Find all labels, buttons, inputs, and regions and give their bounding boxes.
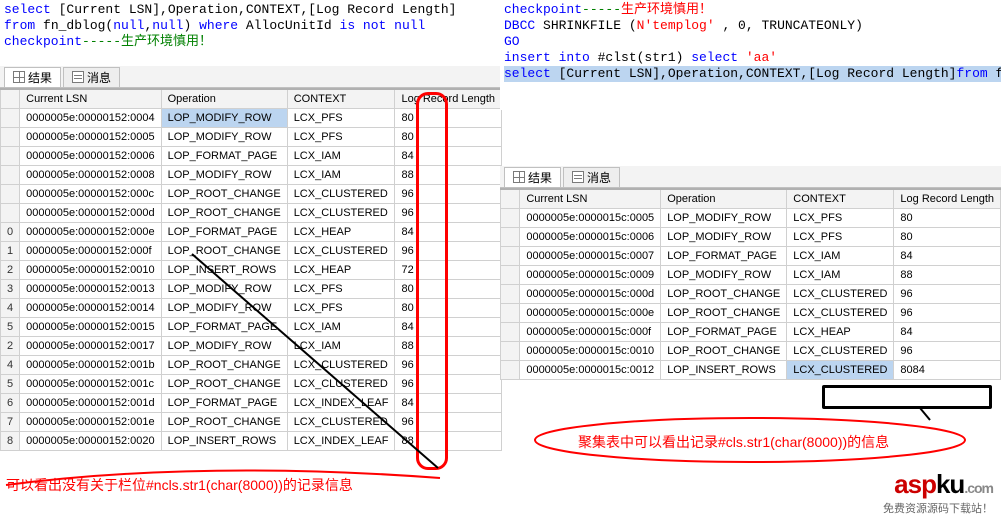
sql-editor-right[interactable]: checkpoint-----生产环境慎用！DBCC SHRINKFILE (N… bbox=[500, 0, 1001, 110]
table-row[interactable]: 00000005e:00000152:000eLOP_FORMAT_PAGELC… bbox=[1, 222, 502, 241]
tab-label-messages: 消息 bbox=[87, 69, 111, 86]
column-header[interactable]: Current LSN bbox=[520, 189, 661, 208]
table-row[interactable]: 0000005e:0000015c:0012LOP_INSERT_ROWSLCX… bbox=[501, 360, 1001, 379]
grid-icon bbox=[13, 71, 25, 83]
grid-icon bbox=[513, 171, 525, 183]
column-header[interactable]: Operation bbox=[661, 189, 787, 208]
column-header[interactable]: Current LSN bbox=[20, 89, 161, 108]
message-icon bbox=[572, 171, 584, 183]
logo-part-a: asp bbox=[894, 469, 936, 499]
column-header[interactable]: Operation bbox=[161, 89, 287, 108]
table-row[interactable]: 0000005e:00000152:0008LOP_MODIFY_ROWLCX_… bbox=[1, 165, 502, 184]
logo-subtitle: 免费资源源码下载站！ bbox=[883, 500, 993, 516]
tab-label-results: 结果 bbox=[528, 169, 552, 186]
results-grid-left[interactable]: Current LSNOperationCONTEXTLog Record Le… bbox=[0, 88, 502, 451]
table-row[interactable]: 10000005e:00000152:000fLOP_ROOT_CHANGELC… bbox=[1, 241, 502, 260]
table-row[interactable]: 0000005e:0000015c:000eLOP_ROOT_CHANGELCX… bbox=[501, 303, 1001, 322]
table-row[interactable]: 0000005e:0000015c:000fLOP_FORMAT_PAGELCX… bbox=[501, 322, 1001, 341]
annotation-right-text: 聚集表中可以看出记录#cls.str1(char(8000))的信息 bbox=[578, 434, 889, 450]
column-header[interactable]: CONTEXT bbox=[287, 89, 395, 108]
right-pane: checkpoint-----生产环境慎用！DBCC SHRINKFILE (N… bbox=[500, 0, 1001, 380]
table-row[interactable]: 40000005e:00000152:001bLOP_ROOT_CHANGELC… bbox=[1, 355, 502, 374]
sql-editor-left[interactable]: select [Current LSN],Operation,CONTEXT,[… bbox=[0, 0, 500, 66]
tab-results-left[interactable]: 结果 bbox=[4, 67, 61, 87]
column-header[interactable] bbox=[501, 189, 520, 208]
blackbox-right-8084 bbox=[822, 385, 992, 409]
tab-messages-left[interactable]: 消息 bbox=[63, 67, 120, 87]
column-header[interactable]: CONTEXT bbox=[787, 189, 894, 208]
annotation-right: 聚集表中可以看出记录#cls.str1(char(8000))的信息 bbox=[578, 432, 889, 452]
table-row[interactable]: 0000005e:0000015c:0010LOP_ROOT_CHANGELCX… bbox=[501, 341, 1001, 360]
table-row[interactable]: 0000005e:0000015c:0007LOP_FORMAT_PAGELCX… bbox=[501, 246, 1001, 265]
table-row[interactable]: 0000005e:0000015c:0009LOP_MODIFY_ROWLCX_… bbox=[501, 265, 1001, 284]
column-header[interactable]: Log Record Length bbox=[894, 189, 1001, 208]
results-grid-right[interactable]: Current LSNOperationCONTEXTLog Record Le… bbox=[500, 188, 1001, 380]
column-header[interactable] bbox=[1, 89, 20, 108]
table-row[interactable]: 20000005e:00000152:0010LOP_INSERT_ROWSLC… bbox=[1, 260, 502, 279]
logo-part-b: ku bbox=[936, 469, 964, 499]
watermark-logo: aspku.com 免费资源源码下载站！ bbox=[883, 469, 993, 516]
table-row[interactable]: 0000005e:00000152:000dLOP_ROOT_CHANGELCX… bbox=[1, 203, 502, 222]
table-row[interactable]: 0000005e:00000152:0006LOP_FORMAT_PAGELCX… bbox=[1, 146, 502, 165]
table-row[interactable]: 0000005e:0000015c:0006LOP_MODIFY_ROWLCX_… bbox=[501, 227, 1001, 246]
tab-label-results: 结果 bbox=[28, 69, 52, 86]
message-icon bbox=[72, 71, 84, 83]
results-tabstrip-right: 结果 消息 bbox=[500, 166, 1001, 188]
annotation-left: 可以看出没有关于栏位#ncls.str1(char(8000))的记录信息 bbox=[6, 475, 446, 495]
tab-label-messages: 消息 bbox=[587, 169, 611, 186]
tab-messages-right[interactable]: 消息 bbox=[563, 167, 620, 187]
table-row[interactable]: 50000005e:00000152:001cLOP_ROOT_CHANGELC… bbox=[1, 374, 502, 393]
column-header[interactable]: Log Record Length bbox=[395, 89, 502, 108]
table-row[interactable]: 30000005e:00000152:0013LOP_MODIFY_ROWLCX… bbox=[1, 279, 502, 298]
table-row[interactable]: 50000005e:00000152:0015LOP_FORMAT_PAGELC… bbox=[1, 317, 502, 336]
table-row[interactable]: 70000005e:00000152:001eLOP_ROOT_CHANGELC… bbox=[1, 412, 502, 431]
annotation-left-text: 可以看出没有关于栏位#ncls.str1(char(8000))的记录信息 bbox=[6, 477, 353, 493]
table-row[interactable]: 60000005e:00000152:001dLOP_FORMAT_PAGELC… bbox=[1, 393, 502, 412]
table-row[interactable]: 0000005e:0000015c:000dLOP_ROOT_CHANGELCX… bbox=[501, 284, 1001, 303]
table-row[interactable]: 40000005e:00000152:0014LOP_MODIFY_ROWLCX… bbox=[1, 298, 502, 317]
table-row[interactable]: 0000005e:00000152:0004LOP_MODIFY_ROWLCX_… bbox=[1, 108, 502, 127]
results-tabstrip-left: 结果 消息 bbox=[0, 66, 500, 88]
table-row[interactable]: 80000005e:00000152:0020LOP_INSERT_ROWSLC… bbox=[1, 431, 502, 450]
table-row[interactable]: 0000005e:00000152:000cLOP_ROOT_CHANGELCX… bbox=[1, 184, 502, 203]
tab-results-right[interactable]: 结果 bbox=[504, 167, 561, 187]
table-row[interactable]: 0000005e:00000152:0005LOP_MODIFY_ROWLCX_… bbox=[1, 127, 502, 146]
left-pane: select [Current LSN],Operation,CONTEXT,[… bbox=[0, 0, 500, 451]
table-row[interactable]: 0000005e:0000015c:0005LOP_MODIFY_ROWLCX_… bbox=[501, 208, 1001, 227]
logo-suffix: .com bbox=[964, 480, 993, 496]
table-row[interactable]: 20000005e:00000152:0017LOP_MODIFY_ROWLCX… bbox=[1, 336, 502, 355]
spacer bbox=[500, 110, 1001, 166]
